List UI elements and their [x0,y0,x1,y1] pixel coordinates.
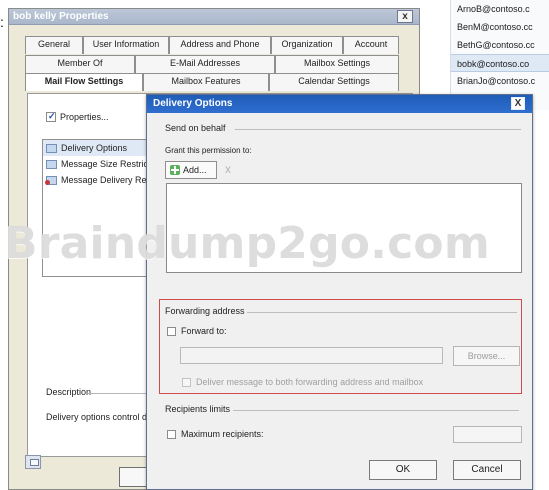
forwarding-address-heading: Forwarding address [165,306,245,316]
background-fragment: : [0,14,4,30]
tab-mailbox-features[interactable]: Mailbox Features [143,73,269,91]
ok-button[interactable]: OK [369,460,437,480]
forward-to-label: Forward to: [181,326,227,336]
send-on-behalf-divider [235,129,521,130]
feature-label: Delivery Options [61,143,128,153]
message-delivery-icon [45,175,57,185]
cancel-button[interactable]: Cancel [453,460,521,480]
screenshot-canvas: : ArnoB@contoso.c BenM@contoso.cc BethG@… [0,0,549,490]
dialog-title: Delivery Options [153,98,233,109]
tab-email-addresses[interactable]: E-Mail Addresses [135,55,275,73]
tab-mail-flow-settings[interactable]: Mail Flow Settings [25,73,143,91]
tab-member-of[interactable]: Member Of [25,55,135,73]
dialog-close-button[interactable]: X [511,97,525,110]
recipients-limits-divider [233,410,519,411]
email-list-item[interactable]: BenM@contoso.cc [451,18,549,36]
properties-titlebar: bob kelly Properties x [9,9,419,25]
forwarding-address-divider [247,312,517,313]
grant-permission-label: Grant this permission to: [165,146,252,155]
window-icon [25,455,41,469]
tab-address-and-phone[interactable]: Address and Phone [169,36,271,54]
properties-checkbox[interactable] [46,111,56,122]
grant-permission-list[interactable] [166,183,522,273]
forward-to-option[interactable]: Forward to: [167,326,227,336]
email-list-item[interactable]: BethG@contoso.cc [451,36,549,54]
feature-label: Message Delivery Re [61,175,147,185]
feature-label: Message Size Restric [61,159,149,169]
add-button-label: Add... [183,165,207,175]
description-heading: Description [46,387,92,397]
email-list-item[interactable]: BrianJo@contoso.c [451,72,549,90]
tab-calendar-settings[interactable]: Calendar Settings [269,73,399,91]
properties-button-label[interactable]: Properties... [60,112,109,122]
deliver-both-option[interactable]: Deliver message to both forwarding addre… [182,377,423,387]
tab-user-information[interactable]: User Information [83,36,169,54]
properties-tab-row-3: Mail Flow Settings Mailbox Features Cale… [25,73,399,91]
tab-account[interactable]: Account [343,36,399,54]
description-text: Delivery options control d [46,412,148,422]
add-icon [170,165,180,175]
tab-mailbox-settings[interactable]: Mailbox Settings [275,55,399,73]
delivery-options-dialog: Delivery Options X Send on behalf Grant … [146,94,533,490]
deliver-both-label: Deliver message to both forwarding addre… [196,377,424,387]
properties-title: bob kelly Properties [13,11,109,22]
browse-button[interactable]: Browse... [453,346,520,366]
deliver-both-checkbox[interactable] [182,377,191,387]
recipients-limits-heading: Recipients limits [165,404,231,414]
add-button[interactable]: Add... [165,161,217,179]
maximum-recipients-option[interactable]: Maximum recipients: [167,429,264,439]
tab-organization[interactable]: Organization [271,36,343,54]
remove-icon[interactable]: x [225,162,231,176]
tab-general[interactable]: General [25,36,83,54]
email-list-item-selected[interactable]: bobk@contoso.co [451,54,549,72]
forward-to-checkbox[interactable] [167,326,176,336]
send-on-behalf-heading: Send on behalf [165,123,226,133]
message-size-icon [46,159,57,169]
properties-checkbox-row[interactable]: Properties... [46,111,109,122]
properties-tab-row-2: Member Of E-Mail Addresses Mailbox Setti… [25,55,399,73]
email-list-item[interactable]: ArnoB@contoso.c [451,0,549,18]
maximum-recipients-label: Maximum recipients: [181,429,264,439]
forward-to-input[interactable] [180,347,443,364]
dialog-titlebar: Delivery Options X [147,95,532,113]
delivery-options-icon [46,143,57,153]
maximum-recipients-checkbox[interactable] [167,429,176,439]
properties-close-button[interactable]: x [397,10,413,23]
properties-tab-row-1: General User Information Address and Pho… [25,36,399,54]
maximum-recipients-input[interactable] [453,426,522,443]
